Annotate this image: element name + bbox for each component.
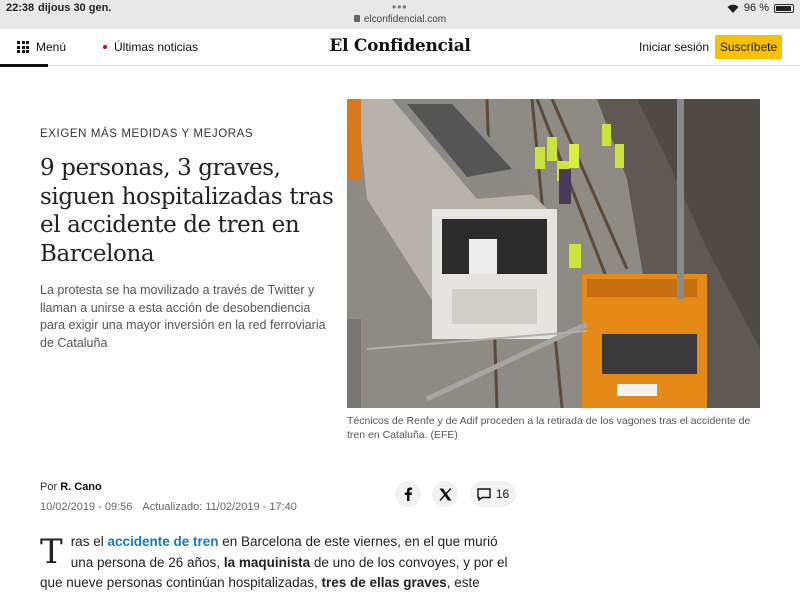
facebook-share-button[interactable] bbox=[395, 481, 421, 507]
updated-date: Actualizado: 11/02/2019 - 17:40 bbox=[142, 501, 297, 513]
comment-icon bbox=[477, 487, 491, 501]
article-headline: 9 personas, 3 graves, siguen hospitaliza… bbox=[40, 155, 334, 267]
menu-button[interactable]: Menú bbox=[17, 40, 66, 54]
x-icon bbox=[438, 487, 451, 501]
comment-count: 16 bbox=[495, 487, 510, 501]
byline-prefix: Por bbox=[40, 481, 58, 493]
url-text: elconfidencial.com bbox=[363, 14, 447, 25]
article-dates: 10/02/2019 - 09:56 Actualizado: 11/02/20… bbox=[40, 501, 297, 513]
x-share-button[interactable] bbox=[432, 481, 458, 507]
menu-underline bbox=[0, 64, 48, 67]
live-dot-icon bbox=[103, 45, 107, 49]
latest-news-link[interactable]: Últimas noticias bbox=[103, 40, 198, 54]
article-subtitle: La protesta se ha movilizado a través de… bbox=[40, 283, 326, 350]
site-logo[interactable]: El Confidencial bbox=[329, 36, 470, 56]
published-date: 10/02/2019 - 09:56 bbox=[40, 501, 133, 513]
status-time: 22:38 bbox=[6, 2, 35, 14]
body-bold-2: tres de ellas graves bbox=[321, 575, 447, 590]
photo-caption: Técnicos de Renfe y de Adif proceden a l… bbox=[347, 415, 751, 441]
article-kicker: EXIGEN MÁS MEDIDAS Y MEJORAS bbox=[40, 128, 254, 140]
login-link[interactable]: Iniciar sesión bbox=[639, 40, 709, 54]
site-header: Menú Últimas noticias El Confidencial In… bbox=[0, 29, 800, 67]
article-body: Tras el accidente de tren en Barcelona d… bbox=[40, 532, 518, 594]
byline: Por R. Cano bbox=[40, 481, 102, 493]
subscribe-button[interactable]: Suscríbete bbox=[715, 35, 782, 59]
more-dots-icon[interactable]: ••• bbox=[392, 0, 408, 14]
body-text-4: , este bbox=[446, 575, 480, 590]
lock-icon bbox=[353, 15, 360, 22]
accident-link[interactable]: accidente de tren bbox=[107, 534, 218, 549]
address-bar[interactable]: elconfidencial.com bbox=[0, 14, 800, 25]
author-link[interactable]: R. Cano bbox=[60, 481, 102, 493]
grid-menu-icon bbox=[17, 41, 29, 53]
drop-cap: T bbox=[40, 532, 63, 572]
wifi-icon bbox=[727, 4, 739, 13]
latest-news-label: Últimas noticias bbox=[114, 40, 199, 54]
battery-icon bbox=[774, 3, 794, 13]
article-photo[interactable] bbox=[347, 99, 760, 408]
status-indicators: 96 % bbox=[727, 2, 794, 14]
body-bold-1: la maquinista bbox=[223, 554, 311, 570]
battery-percent: 96 % bbox=[743, 2, 769, 14]
comments-button[interactable]: 16 bbox=[470, 481, 516, 507]
status-bar: 22:38 dijous 30 gen. ••• elconfidencial.… bbox=[0, 0, 800, 29]
facebook-icon bbox=[404, 487, 413, 501]
menu-label: Menú bbox=[36, 40, 67, 54]
body-text-1: ras el bbox=[70, 534, 108, 549]
status-date: dijous 30 gen. bbox=[38, 2, 112, 14]
train-accident-image bbox=[347, 99, 760, 408]
